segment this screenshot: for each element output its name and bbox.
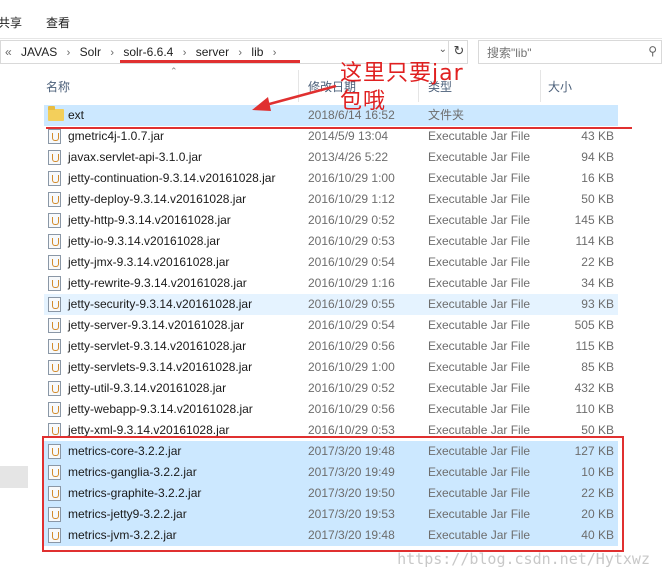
annotation-line-2: 包哦 xyxy=(340,89,387,114)
arrow-head xyxy=(252,97,271,111)
annotation-note: 这里只要jar 包哦 xyxy=(340,60,464,116)
arrow-line xyxy=(261,84,337,108)
highlight-box xyxy=(42,436,624,552)
watermark: https://blog.csdn.net/Hytxwz xyxy=(397,550,650,568)
annotation-line-1: 这里只要jar xyxy=(340,61,464,86)
annotation-underline xyxy=(46,127,632,129)
